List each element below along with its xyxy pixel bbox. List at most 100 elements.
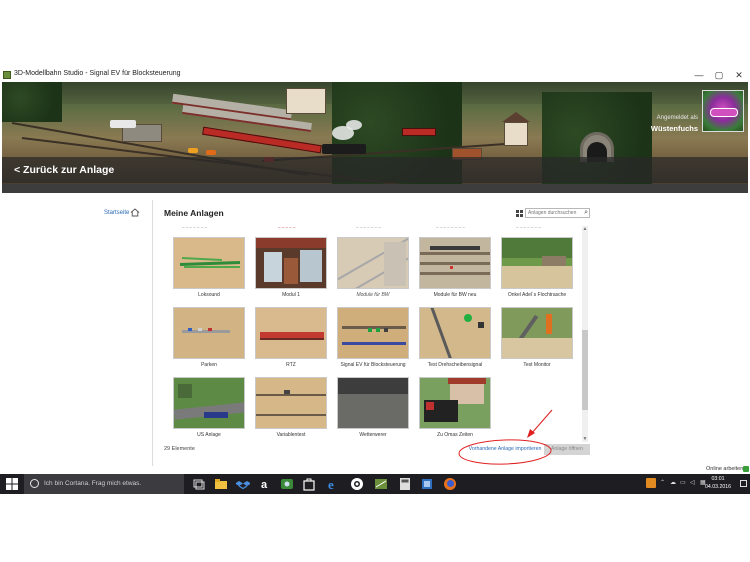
minimize-button[interactable]: — bbox=[693, 69, 705, 81]
layout-label: Onkel Adel´s Flochtrasche bbox=[507, 292, 567, 298]
scroll-down-icon[interactable]: ▼ bbox=[582, 436, 588, 442]
layout-tile[interactable]: Signal EV für Blocksteuerung bbox=[337, 307, 409, 371]
app-icon bbox=[3, 71, 11, 79]
layout-tile[interactable]: Modul 1 bbox=[255, 237, 327, 301]
app-screen: 3D-Modellbahn Studio - Signal EV für Blo… bbox=[0, 0, 750, 562]
layout-thumbnail bbox=[337, 377, 409, 429]
blue-app-icon[interactable] bbox=[420, 477, 434, 491]
cut-label: – – – – – bbox=[278, 225, 296, 230]
avatar[interactable] bbox=[702, 90, 744, 132]
layout-tile[interactable]: Module für BW neu bbox=[419, 237, 491, 301]
window-title: 3D-Modellbahn Studio - Signal EV für Blo… bbox=[14, 70, 181, 77]
nav-divider bbox=[152, 200, 153, 466]
hero-bus bbox=[110, 120, 136, 128]
layout-tile[interactable]: Module für BW bbox=[337, 237, 409, 301]
scrollbar-thumb[interactable] bbox=[582, 330, 588, 410]
layout-thumbnail bbox=[419, 237, 491, 289]
cortana-search[interactable]: Ich bin Cortana. Frag mich etwas. bbox=[24, 474, 184, 494]
layout-tile[interactable]: Onkel Adel´s Flochtrasche bbox=[501, 237, 573, 301]
tray-app-icon[interactable] bbox=[646, 478, 656, 488]
clock-time: 03:01 bbox=[711, 476, 725, 482]
layout-thumbnail bbox=[337, 307, 409, 359]
layout-thumbnail bbox=[255, 237, 327, 289]
item-count: 29 Elemente bbox=[164, 446, 195, 452]
layout-label: Test Drehscheibensignal bbox=[427, 362, 483, 368]
green-app-icon[interactable] bbox=[280, 477, 294, 491]
window-titlebar: 3D-Modellbahn Studio - Signal EV für Blo… bbox=[0, 68, 750, 82]
scroll-up-icon[interactable]: ▲ bbox=[582, 226, 588, 232]
logged-in-label: Angemeldet als bbox=[656, 115, 698, 121]
svg-text:e: e bbox=[328, 477, 334, 491]
tray-network-icon[interactable]: ☁ bbox=[670, 479, 676, 486]
cut-label: – – – – – – – bbox=[182, 225, 208, 230]
layout-thumbnail bbox=[501, 307, 573, 359]
cortana-icon bbox=[30, 479, 39, 488]
svg-text:a: a bbox=[261, 479, 268, 491]
list-scrollbar[interactable]: ▲ ▼ bbox=[582, 226, 588, 442]
steam-icon[interactable] bbox=[350, 477, 364, 491]
layout-label: Signal EV für Blocksteuerung bbox=[340, 362, 406, 368]
hero-house-roof bbox=[502, 112, 530, 122]
hero-red-train bbox=[402, 128, 436, 136]
layout-label: Zu Omas Zeiten bbox=[437, 432, 473, 438]
hero-car bbox=[206, 150, 216, 155]
layout-tile[interactable]: Variablentest bbox=[255, 377, 327, 441]
amazon-icon[interactable]: a bbox=[258, 477, 272, 491]
cut-label: – – – – – – – bbox=[516, 225, 542, 230]
layout-tile[interactable]: RTZ bbox=[255, 307, 327, 371]
layout-label: Variablentest bbox=[276, 432, 306, 438]
layout-thumbnail bbox=[255, 377, 327, 429]
store-icon[interactable] bbox=[302, 477, 316, 491]
search-box[interactable]: ⌕ bbox=[525, 208, 590, 218]
avatar-sign bbox=[710, 108, 738, 117]
taskbar: Ich bin Cortana. Frag mich etwas. a e ⌃ … bbox=[0, 474, 750, 494]
maximize-button[interactable]: ▢ bbox=[713, 69, 725, 81]
layout-thumbnail bbox=[173, 377, 245, 429]
layout-tile[interactable]: Zu Omas Zeiten bbox=[419, 377, 491, 441]
notification-icon[interactable] bbox=[740, 480, 747, 487]
edge-icon[interactable]: e bbox=[326, 477, 340, 491]
layout-thumbnail bbox=[337, 237, 409, 289]
grid-view-icon[interactable] bbox=[516, 210, 523, 217]
dropbox-icon[interactable] bbox=[236, 477, 250, 491]
open-layout-button[interactable]: Anlage öffnen bbox=[544, 444, 590, 455]
username: Wüstenfuchs bbox=[650, 124, 698, 133]
taskbar-clock[interactable]: 03:01 04.03.2016 bbox=[700, 476, 736, 491]
layout-label: US Anlage bbox=[197, 432, 221, 438]
hero-forest-left bbox=[2, 82, 62, 122]
layout-tile[interactable]: US Anlage bbox=[173, 377, 245, 441]
startseite-link[interactable]: Startseite bbox=[104, 210, 129, 216]
task-view-icon[interactable] bbox=[192, 477, 206, 491]
import-layout-button[interactable]: Vorhandene Anlage importieren bbox=[468, 444, 542, 455]
hero-bottom-bar bbox=[2, 184, 748, 193]
online-status-icon bbox=[743, 466, 749, 472]
modellbahn-studio-icon[interactable] bbox=[374, 477, 388, 491]
hero-banner: < Zurück zur Anlage Angemeldet als Wüste… bbox=[2, 82, 748, 184]
layout-tile[interactable]: Loksound bbox=[173, 237, 245, 301]
layout-thumbnail bbox=[419, 307, 491, 359]
layout-tile[interactable]: Wetterwerer bbox=[337, 377, 409, 441]
calculator-icon[interactable] bbox=[398, 477, 412, 491]
layout-tile[interactable]: Parken bbox=[173, 307, 245, 371]
back-to-layout-link[interactable]: < Zurück zur Anlage bbox=[14, 164, 114, 176]
search-input[interactable] bbox=[528, 209, 580, 217]
layout-tile[interactable]: Test Monitor bbox=[501, 307, 573, 371]
firefox-icon[interactable] bbox=[443, 477, 457, 491]
layout-thumbnail bbox=[501, 237, 573, 289]
tray-chevron-icon[interactable]: ⌃ bbox=[660, 479, 665, 486]
close-button[interactable]: ✕ bbox=[733, 69, 745, 81]
layout-tile[interactable]: Test Drehscheibensignal bbox=[419, 307, 491, 371]
file-explorer-icon[interactable] bbox=[214, 477, 228, 491]
home-icon[interactable] bbox=[130, 208, 140, 217]
layout-thumbnail bbox=[173, 237, 245, 289]
hero-smoke bbox=[346, 120, 362, 130]
layout-label: RTZ bbox=[286, 362, 296, 368]
windows-start-icon[interactable] bbox=[6, 478, 18, 490]
search-icon[interactable]: ⌕ bbox=[584, 209, 588, 217]
tray-volume-icon[interactable]: ◁ bbox=[690, 479, 695, 486]
cut-label: – – – – – – – – bbox=[436, 225, 465, 230]
tray-battery-icon[interactable]: ▭ bbox=[680, 479, 686, 486]
layout-label: Parken bbox=[201, 362, 217, 368]
layout-label: Test Monitor bbox=[523, 362, 551, 368]
layout-label: Wetterwerer bbox=[359, 432, 387, 438]
